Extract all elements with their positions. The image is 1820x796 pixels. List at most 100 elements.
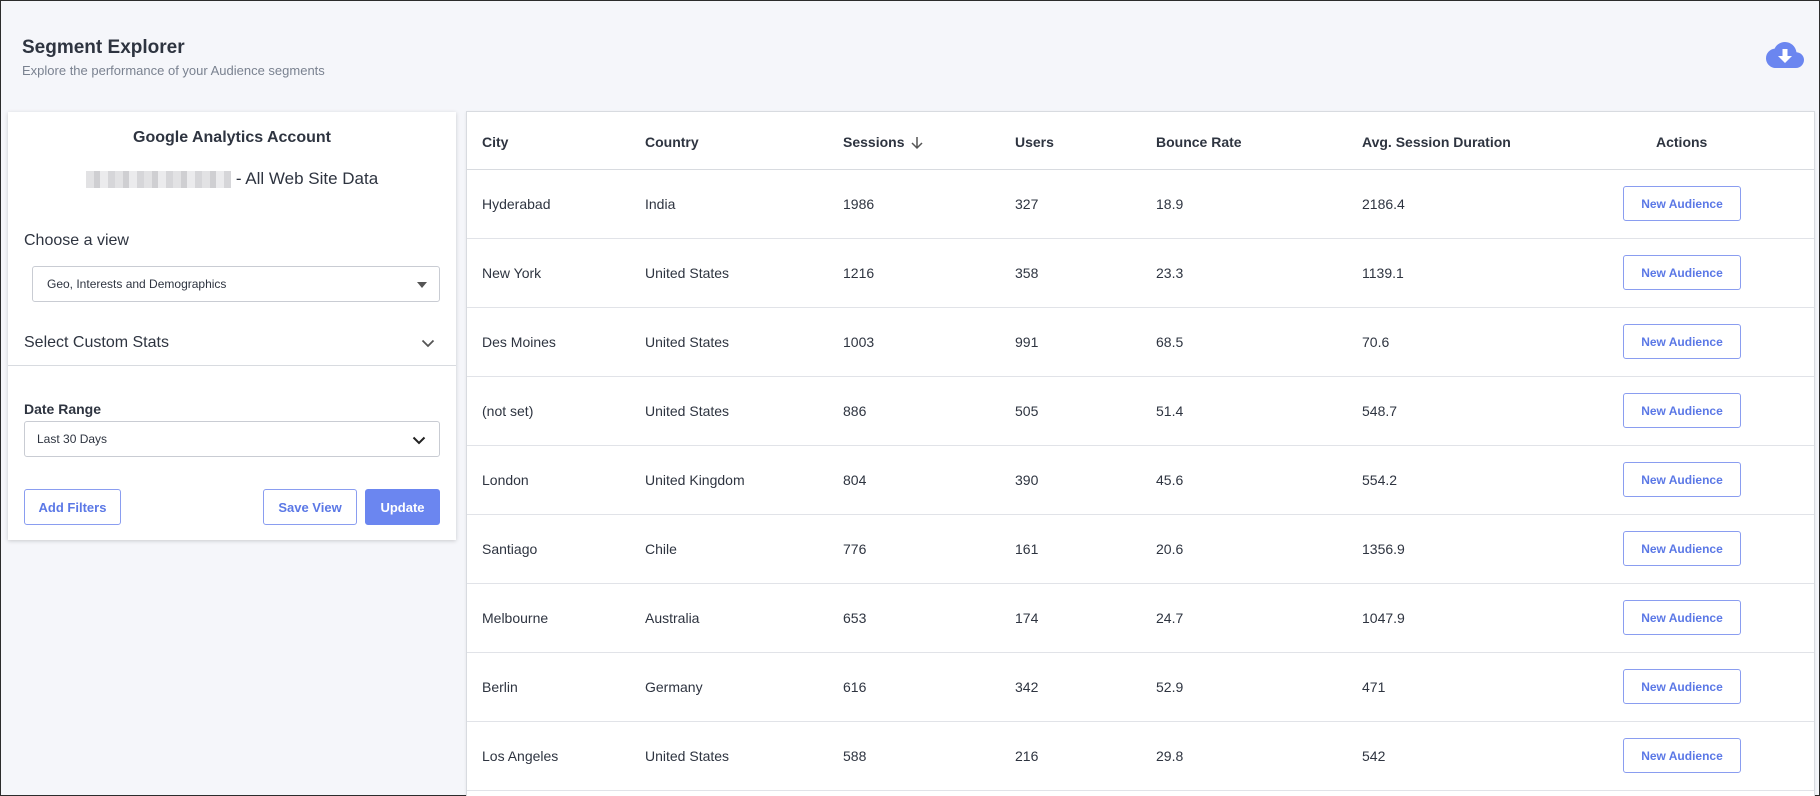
cell-bounce-rate: 52.9 [1156, 679, 1184, 695]
cell-city: Los Angeles [482, 748, 559, 764]
cell-bounce-rate: 18.9 [1156, 196, 1184, 212]
cell-sessions: 886 [843, 403, 867, 419]
cell-city: Hyderabad [482, 196, 551, 212]
cell-country: United States [645, 265, 730, 281]
choose-view-label: Choose a view [24, 232, 129, 249]
table-row: Berlin Germany 616 342 52.9 471 New Audience [467, 653, 1814, 722]
new-audience-button[interactable]: New Audience [1623, 255, 1741, 290]
cell-bounce-rate: 23.3 [1156, 265, 1184, 281]
table-row: Los Angeles United States 588 216 29.8 542 New… [467, 722, 1814, 791]
arrow-down-icon[interactable] [910, 136, 924, 150]
cell-bounce-rate: 29.8 [1156, 748, 1184, 764]
cell-avg-session-duration: 542 [1362, 748, 1386, 764]
cell-avg-session-duration: 70.6 [1362, 334, 1390, 350]
page-title: Segment Explorer [22, 37, 185, 58]
cell-avg-session-duration: 1047.9 [1362, 610, 1405, 626]
save-view-button[interactable]: Save View [263, 489, 357, 525]
cell-city: Berlin [482, 679, 518, 695]
account-property: - All Web Site Data [8, 169, 456, 189]
cell-bounce-rate: 24.7 [1156, 610, 1184, 626]
cell-avg-session-duration: 554.2 [1362, 472, 1398, 488]
cell-country: United States [645, 748, 730, 764]
cell-sessions: 1216 [843, 265, 875, 281]
cell-city: Des Moines [482, 334, 556, 350]
cell-bounce-rate: 20.6 [1156, 541, 1184, 557]
account-title: Google Analytics Account [133, 129, 331, 146]
cell-city: Santiago [482, 541, 538, 557]
segments-table: City Country Sessions Users Bounce Rate … [466, 111, 1815, 796]
cell-country: India [645, 196, 676, 212]
cell-sessions: 588 [843, 748, 867, 764]
column-header-actions: Actions [1656, 134, 1708, 150]
date-range-value: Last 30 Days [37, 432, 108, 446]
cell-country: United States [645, 334, 730, 350]
date-range-label: Date Range [24, 401, 102, 417]
cell-bounce-rate: 51.4 [1156, 403, 1184, 419]
cell-city: New York [482, 265, 542, 281]
custom-stats-toggle[interactable]: Select Custom Stats [8, 324, 456, 366]
cell-users: 216 [1015, 748, 1039, 764]
table-row: Melbourne Australia 653 174 24.7 1047.9 New Au… [467, 584, 1814, 653]
page-subtitle: Explore the performance of your Audience… [22, 63, 325, 78]
cell-country: Germany [645, 679, 703, 695]
table-row: Hyderabad India 1986 327 18.9 2186.4 New Audie… [467, 170, 1814, 239]
new-audience-button[interactable]: New Audience [1623, 531, 1741, 566]
cell-sessions: 1003 [843, 334, 875, 350]
column-header-sessions-label: Sessions [843, 134, 905, 150]
table-row: London United Kingdom 804 390 45.6 554.2 New A… [467, 446, 1814, 515]
download-button[interactable] [1766, 40, 1804, 70]
cell-country: United States [645, 403, 730, 419]
cell-country: Australia [645, 610, 700, 626]
new-audience-button[interactable]: New Audience [1623, 669, 1741, 704]
cell-avg-session-duration: 2186.4 [1362, 196, 1405, 212]
cell-users: 342 [1015, 679, 1039, 695]
table-row: Santiago Chile 776 161 20.6 1356.9 New Audienc… [467, 515, 1814, 584]
cell-city: (not set) [482, 403, 534, 419]
table-row: New York United States 1216 358 23.3 1139.1 Ne… [467, 239, 1814, 308]
cell-users: 358 [1015, 265, 1039, 281]
view-select-value: Geo, Interests and Demographics [47, 277, 227, 291]
cell-users: 991 [1015, 334, 1039, 350]
cell-users: 327 [1015, 196, 1039, 212]
new-audience-button[interactable]: New Audience [1623, 600, 1741, 635]
column-header-sessions[interactable]: Sessions [843, 134, 924, 150]
custom-stats-label: Select Custom Stats [24, 334, 169, 351]
new-audience-button[interactable]: New Audience [1623, 186, 1741, 221]
column-header-city[interactable]: City [482, 134, 508, 150]
new-audience-button[interactable]: New Audience [1623, 324, 1741, 359]
redacted-account-name [85, 170, 231, 188]
chevron-down-icon [421, 339, 435, 348]
column-header-bounce-rate[interactable]: Bounce Rate [1156, 134, 1242, 150]
cell-users: 161 [1015, 541, 1039, 557]
table-header: City Country Sessions Users Bounce Rate … [467, 112, 1814, 170]
add-filters-button[interactable]: Add Filters [24, 489, 121, 525]
filter-panel: Google Analytics Account - All Web Site … [8, 112, 456, 540]
account-property-label: - All Web Site Data [235, 169, 379, 188]
cell-avg-session-duration: 471 [1362, 679, 1386, 695]
table-row: Des Moines United States 1003 991 68.5 70.6 Ne… [467, 308, 1814, 377]
update-button[interactable]: Update [365, 489, 440, 525]
cell-users: 174 [1015, 610, 1039, 626]
new-audience-button[interactable]: New Audience [1623, 462, 1741, 497]
cell-city: London [482, 472, 529, 488]
column-header-users[interactable]: Users [1015, 134, 1054, 150]
column-header-avg-session-duration[interactable]: Avg. Session Duration [1362, 134, 1511, 150]
cloud-download-icon [1766, 42, 1804, 68]
page-header: Segment Explorer Explore the performance… [22, 37, 325, 78]
cell-sessions: 1986 [843, 196, 875, 212]
new-audience-button[interactable]: New Audience [1623, 393, 1741, 428]
cell-country: United Kingdom [645, 472, 745, 488]
cell-users: 390 [1015, 472, 1039, 488]
table-row: (not set) United States 886 505 51.4 548.7 New… [467, 377, 1814, 446]
cell-sessions: 804 [843, 472, 867, 488]
caret-down-icon [417, 282, 427, 288]
cell-bounce-rate: 68.5 [1156, 334, 1184, 350]
column-header-country[interactable]: Country [645, 134, 699, 150]
cell-sessions: 776 [843, 541, 867, 557]
cell-avg-session-duration: 1356.9 [1362, 541, 1405, 557]
view-select[interactable]: Geo, Interests and Demographics [32, 266, 440, 302]
chevron-down-icon [412, 436, 426, 445]
date-range-select[interactable]: Last 30 Days [24, 421, 440, 457]
cell-sessions: 653 [843, 610, 867, 626]
new-audience-button[interactable]: New Audience [1623, 738, 1741, 773]
